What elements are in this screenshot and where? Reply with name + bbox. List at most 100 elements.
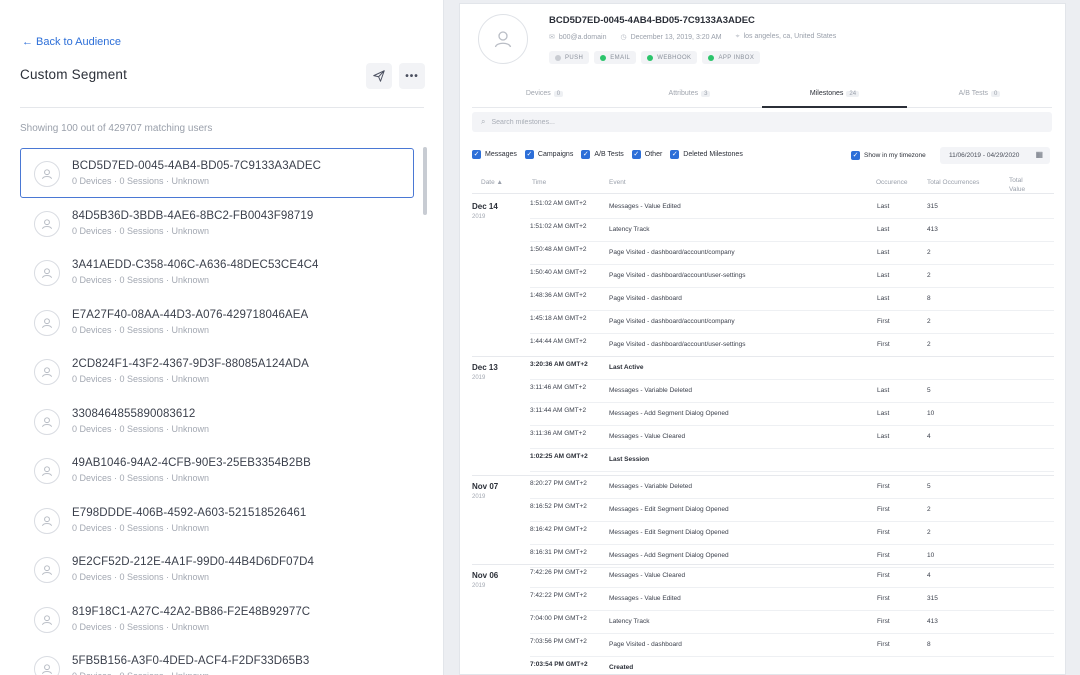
list-item[interactable]: 9E2CF52D-212E-4A1F-99D0-44B4D6DF07D4 0 De… xyxy=(20,544,414,594)
row-event: Page Visited - dashboard xyxy=(609,295,682,302)
row-time: 8:16:31 PM GMT+2 xyxy=(530,549,587,556)
checkbox[interactable]: ✓ xyxy=(631,150,641,159)
row-event: Messages - Value Cleared xyxy=(609,572,686,579)
tab-label: Devices xyxy=(525,90,551,97)
row-time: 1:45:18 AM GMT+2 xyxy=(530,315,587,322)
table-row: 1:50:48 AM GMT+2 Page Visited - dashboard… xyxy=(530,242,1054,265)
list-item[interactable]: BCD5D7ED-0045-4AB4-BD05-7C9133A3ADEC 0 De… xyxy=(20,148,414,198)
table-row: 1:44:44 AM GMT+2 Page Visited - dashboard… xyxy=(530,334,1054,357)
row-total: 5 xyxy=(927,387,931,394)
table-row: 1:50:40 AM GMT+2 Page Visited - dashboard… xyxy=(530,265,1054,288)
row-time: 1:44:44 AM GMT+2 xyxy=(530,338,587,345)
date-range-picker[interactable]: 11/06/2019 - 04/29/2020 ▦ xyxy=(940,147,1050,164)
group-date: Dec 13 xyxy=(472,363,498,372)
row-total: 8 xyxy=(927,641,931,648)
status-dot xyxy=(555,54,561,61)
filter-label: Deleted Milestones xyxy=(683,151,743,158)
filter-other[interactable]: ✓ Other xyxy=(631,150,662,159)
user-icon xyxy=(42,416,52,427)
status-dot xyxy=(600,54,607,61)
row-time: 7:03:54 PM GMT+2 xyxy=(530,661,588,668)
user-meta: 0 Devices · 0 Sessions · Unknown xyxy=(72,275,210,285)
list-item[interactable]: 3A41AEDD-C358-406C-A636-48DEC53CE4C4 0 De… xyxy=(20,247,414,297)
group-year: 2019 xyxy=(472,583,486,589)
row-total: 10 xyxy=(927,410,935,417)
row-total: 2 xyxy=(927,272,931,279)
group-date: Nov 07 xyxy=(472,482,499,491)
avatar xyxy=(34,507,60,534)
list-item[interactable]: 84D5B36D-3BDB-4AE6-8BC2-FB0043F98719 0 De… xyxy=(20,198,414,248)
milestone-search[interactable]: ⌕ xyxy=(472,112,1052,132)
search-input[interactable] xyxy=(491,118,1032,126)
row-total: 4 xyxy=(927,433,931,440)
user-meta: 0 Devices · 0 Sessions · Unknown xyxy=(72,324,210,335)
tab-attributes[interactable]: Attributes 3 xyxy=(617,84,762,107)
profile-date: ◷ December 13, 2019, 3:20 AM xyxy=(620,33,721,41)
row-event: Page Visited - dashboard xyxy=(609,641,682,648)
row-event: Messages - Edit Segment Dialog Opened xyxy=(609,529,729,536)
user-meta: 0 Devices · 0 Sessions · Unknown xyxy=(72,423,210,434)
filter-a-b-tests[interactable]: ✓ A/B Tests xyxy=(581,150,624,159)
checkbox[interactable]: ✓ xyxy=(670,150,680,159)
list-item[interactable]: 2CD824F1-43F2-4367-9D3F-88085A124ADA 0 De… xyxy=(20,346,414,396)
table-row: 7:03:56 PM GMT+2 Page Visited - dashboard… xyxy=(530,634,1054,657)
row-occurrence: Last xyxy=(877,226,890,233)
checkbox[interactable]: ✓ xyxy=(581,150,591,159)
back-link-label: Back to Audience xyxy=(36,36,122,48)
checkbox[interactable]: ✓ xyxy=(851,151,860,160)
status-dot xyxy=(647,54,654,61)
table-row: 7:42:22 PM GMT+2 Messages - Value Edited F… xyxy=(530,588,1054,611)
filter-deleted-milestones[interactable]: ✓ Deleted Milestones xyxy=(670,150,743,159)
user-icon xyxy=(42,466,52,477)
send-button[interactable] xyxy=(366,63,392,89)
filter-label: Messages xyxy=(485,151,517,158)
user-icon xyxy=(42,565,52,576)
list-item[interactable]: E798DDDE-406B-4592-A603-521518526461 0 De… xyxy=(20,495,414,545)
milestone-group: Nov 07 2019 8:20:27 PM GMT+2 Messages - Var… xyxy=(472,475,1054,568)
row-event: Messages - Add Segment Dialog Opened xyxy=(609,552,729,559)
row-time: 8:20:27 PM GMT+2 xyxy=(530,480,587,487)
filter-campaigns[interactable]: ✓ Campaigns xyxy=(524,150,573,159)
list-item[interactable]: 819F18C1-A27C-42A2-BB86-F2E48B92977C 0 De… xyxy=(20,594,414,644)
channel-label: EMAIL xyxy=(610,54,631,61)
list-item[interactable]: E7A27F40-08AA-44D3-A076-429718046AEA 0 De… xyxy=(20,297,414,347)
row-occurrence: First xyxy=(877,318,890,325)
tab-milestones[interactable]: Milestones 24 xyxy=(762,84,907,108)
search-icon: ⌕ xyxy=(481,117,486,126)
table-row: 3:11:46 AM GMT+2 Messages - Variable Dele… xyxy=(530,380,1054,403)
header-date[interactable]: Date ▲ xyxy=(481,179,503,186)
user-id: 3308464855890083612 xyxy=(72,407,196,420)
header-event: Event xyxy=(609,179,626,186)
list-item[interactable]: 5FB5B156-A3F0-4DED-ACF4-F2DF33D65B3 0 Dev… xyxy=(20,643,414,675)
user-icon xyxy=(42,317,52,328)
table-row: 3:20:36 AM GMT+2 Last Active xyxy=(530,357,1054,380)
profile-user-id: BCD5D7ED-0045-4AB4-BD05-7C9133A3ADEC xyxy=(549,15,755,26)
list-item[interactable]: 3308464855890083612 0 Devices · 0 Session… xyxy=(20,396,414,446)
row-total: 2 xyxy=(927,341,931,348)
channel-label: WEBHOOK xyxy=(657,54,692,61)
tab-devices[interactable]: Devices 0 xyxy=(472,84,617,107)
channel-badge: APP INBOX xyxy=(702,51,761,64)
timezone-toggle[interactable]: ✓ Show in my timezone xyxy=(851,151,926,160)
tab-a-b-tests[interactable]: A/B Tests 0 xyxy=(907,84,1052,107)
filter-messages[interactable]: ✓ Messages xyxy=(472,150,517,159)
more-options-button[interactable]: ••• xyxy=(399,63,425,89)
back-to-audience-link[interactable]: ← Back to Audience xyxy=(22,36,121,48)
row-occurrence: Last xyxy=(877,433,890,440)
avatar xyxy=(34,458,60,484)
list-item[interactable]: 49AB1046-94A2-4CFB-90E3-25EB3354B2BB 0 De… xyxy=(20,445,414,495)
segment-panel: ← Back to Audience Custom Segment ••• Sho… xyxy=(0,0,444,675)
row-event: Latency Track xyxy=(609,226,650,233)
user-id: 5FB5B156-A3F0-4DED-ACF4-F2DF33D65B3 xyxy=(72,655,310,667)
avatar xyxy=(34,260,60,286)
header-total-value: Total Value xyxy=(1009,177,1026,193)
scrollbar[interactable] xyxy=(423,147,427,215)
checkbox[interactable]: ✓ xyxy=(524,150,534,159)
table-row: 7:04:00 PM GMT+2 Latency Track First 413 xyxy=(530,611,1054,634)
tab-label: Attributes xyxy=(668,90,699,97)
checkbox[interactable]: ✓ xyxy=(472,150,481,159)
row-time: 8:16:52 PM GMT+2 xyxy=(530,503,587,510)
row-event: Latency Track xyxy=(609,618,650,625)
user-meta: 0 Devices · 0 Sessions · Unknown xyxy=(72,522,210,533)
row-event: Page Visited - dashboard/account/user-se… xyxy=(609,341,746,348)
